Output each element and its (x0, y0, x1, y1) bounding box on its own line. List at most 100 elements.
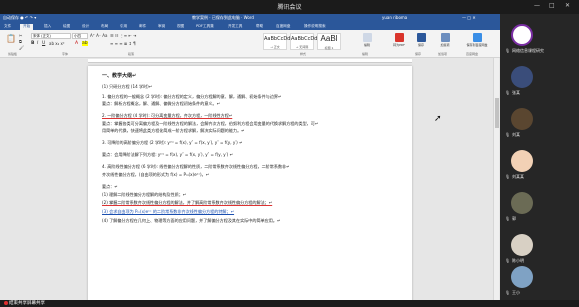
group-label-save: 保存 (415, 52, 422, 56)
editing-button[interactable]: 编辑 (360, 33, 374, 50)
tab-mailings[interactable]: 邮件 (139, 24, 146, 29)
tab-baidu-netdisk[interactable]: 百度网盘 (276, 24, 290, 29)
minimize-icon[interactable]: — (534, 2, 540, 10)
participant-tile[interactable]: 🎙 刘某某 (500, 144, 579, 184)
italic-icon[interactable]: I (37, 41, 38, 46)
font-color-icon[interactable]: A (75, 41, 78, 46)
shared-screen: 自动保存 ● ↶ ↷ ▾ 教学案例 · 已保存到此电脑 · Word yuan … (0, 14, 500, 300)
doc-line: 用简单的代换，快速将此类方程化简成一阶方程求解，解决实际问题的能力。↵ (102, 128, 245, 133)
participant-panel: 🎙 网络信息课程研究 🎙 张某 🎙 刘某 🎙 刘某某 🎙 郭 🎙 陈小明 🎙 王… (500, 14, 579, 300)
save-button[interactable]: 保存 (414, 33, 428, 50)
doc-line: (1) 只研分方程 (14 学时)↵ (102, 84, 153, 89)
mic-muted-icon: 🎙 (505, 174, 511, 179)
style-no-spacing[interactable]: AaBbCcDd → 无间隔 (290, 33, 317, 50)
group-label-paragraph: 段落 (128, 52, 135, 56)
font-name-select[interactable]: 宋体 (正文) (31, 33, 71, 39)
save-to-netdisk-button[interactable]: 保存到百度网盘 (466, 33, 488, 50)
grow-font-icon[interactable]: A⁺ A⁻ Aa (90, 33, 107, 38)
account-name[interactable]: yuan riboma (382, 15, 407, 20)
participant-name: 郭 (512, 216, 516, 221)
align-icon[interactable]: ≡ ≡ ≡ ≣ ↕ ¶ (110, 41, 136, 46)
doc-line: 齐次线性偏分方程，(自由项的形式为 f(x) = Pₘ(x)eᵃˣ)。↵ (102, 172, 210, 177)
window-controls[interactable]: — □ ✕ (462, 15, 476, 20)
mic-muted-icon: 🎙 (505, 132, 511, 137)
tab-draw[interactable]: 绘图 (63, 24, 70, 29)
add-ins-button[interactable]: 加载项 (438, 33, 452, 50)
style-heading-1[interactable]: AaBl 标题 1 (317, 33, 341, 50)
tab-design[interactable]: 设计 (82, 24, 89, 29)
participant-tile[interactable]: 🎙 刘某 (500, 102, 579, 142)
logo-avatar (511, 24, 533, 46)
group-label-font: 字体 (62, 52, 69, 56)
cut-icon[interactable]: ✂ (19, 33, 22, 38)
doc-line: (4) 了解偏分方程在几何上、物理等方面的应用问题，并了解偏分方程及其在实际中的… (102, 218, 281, 223)
participant-tile[interactable]: 🎙 郭 (500, 186, 579, 226)
tab-insert[interactable]: 插入 (44, 24, 51, 29)
highlight-icon[interactable]: ab (82, 41, 88, 46)
participant-name: 网络信息课程研究 (512, 48, 544, 53)
sky-avatar (511, 266, 533, 288)
meeting-title: 腾讯会议 (277, 4, 302, 11)
doc-line: 1. 偏分方程的一般概念 (2 学时): 偏分方程的定义，偏分方程解的意、解，通… (102, 94, 282, 99)
paste-icon[interactable]: 📋 (6, 34, 16, 43)
tab-references[interactable]: 引用 (120, 24, 127, 29)
tab-help[interactable]: 帮助 (256, 24, 263, 29)
doc-line: (1) 理解二阶线性偏分方程解的结构及性质；↵ (102, 192, 187, 197)
ribbon-home: 📋 ✂ ⧉ 🖌 宋体 (正文) 小四 A⁺ A⁻ Aa B I U ab x₂ … (0, 30, 500, 58)
tab-file[interactable]: 文件 (4, 24, 11, 29)
doc-line: 要点：↵ (102, 184, 118, 189)
mouse-pointer-icon: ➚ (434, 114, 442, 124)
strikethrough-icon[interactable]: ab x₂ x² (49, 41, 64, 46)
bullets-icon[interactable]: ☰ ☷ ⋮≡ ⇤ ⇥ (110, 33, 136, 38)
participant-tile[interactable]: 🎙 王小 (500, 260, 579, 300)
search-icon (362, 33, 372, 42)
add-ins-icon (440, 33, 450, 42)
tab-layout[interactable]: 布局 (101, 24, 108, 29)
quick-access-toolbar[interactable]: 自动保存 ● ↶ ↷ ▾ (3, 15, 36, 21)
pdf-icon (394, 33, 404, 42)
underline-icon[interactable]: U (42, 41, 45, 46)
participant-name: 刘某 (512, 132, 520, 137)
scroll-thumb[interactable] (495, 98, 499, 128)
participant-tile[interactable]: 🎙 网络信息课程研究 (500, 18, 579, 58)
tab-review[interactable]: 审阅 (158, 24, 165, 29)
close-icon[interactable]: ✕ (565, 2, 570, 10)
convert-pdf-button[interactable]: 转为PDF (392, 33, 406, 50)
tab-view[interactable]: 视图 (177, 24, 184, 29)
style-normal[interactable]: AaBbCcDd → 正文 (263, 33, 290, 50)
ruler (88, 59, 412, 63)
photo-avatar (511, 192, 533, 214)
participant-tile[interactable]: 🎙 张某 (500, 60, 579, 100)
doc-line: 要点：解析方程概念，解、通解、偏微分方程初始条件的意义。↵ (102, 101, 221, 106)
participant-name: 刘某某 (512, 174, 524, 179)
bold-icon[interactable]: B (31, 41, 34, 46)
doc-line: (2) 掌握二阶常系数齐次线性偏分方程的解法，并了解高阶常系数齐次线性偏分方程的… (102, 200, 273, 205)
document-title: 教学案例 · 已保存到此电脑 · Word (192, 15, 254, 20)
group-label-editing: 编辑 (362, 52, 369, 56)
tab-developer[interactable]: 开发工具 (228, 24, 242, 29)
mic-muted-icon: 🎙 (505, 216, 511, 221)
cloud-icon (472, 33, 482, 42)
tab-pdf-tools[interactable]: PDF工具集 (196, 24, 214, 29)
mic-muted-icon: 🎙 (505, 90, 511, 95)
stop-share-button[interactable]: 结束共享屏幕共享 (4, 300, 45, 307)
dark-avatar (511, 108, 533, 130)
format-painter-icon[interactable]: 🖌 (19, 45, 24, 50)
stop-icon (4, 300, 8, 305)
participant-name: 王小 (512, 290, 520, 295)
doc-line: 3. 可降阶的高阶偏分方程 (2 学时): y⁽ⁿ⁾ = f(x), y″ = … (102, 140, 243, 145)
font-size-select[interactable]: 小四 (72, 33, 88, 39)
document-page[interactable]: 一、教学大纲↵ (1) 只研分方程 (14 学时)↵ 1. 偏分方程的一般概念 … (88, 66, 412, 300)
meeting-title-bar: 腾讯会议 — □ ✕ (0, 0, 579, 14)
doc-line: 要点：会用降阶法解下列方程: y⁽ⁿ⁾ = f(x), y″ = f(x, y′… (102, 152, 233, 157)
maximize-icon[interactable]: □ (549, 2, 555, 10)
ribbon-tabs: 文件 开始 插入 绘图 设计 布局 引用 邮件 审阅 视图 PDF工具集 开发工… (0, 23, 500, 30)
copy-icon[interactable]: ⧉ (19, 39, 22, 44)
cat-avatar (511, 234, 533, 256)
doc-line: 一、教学大纲↵ (102, 73, 137, 79)
cartoon-avatar (511, 150, 533, 172)
group-label-styles: 样式 (300, 52, 307, 56)
mic-on-icon: 🎙 (505, 48, 511, 53)
tell-me-search[interactable]: 操作说明搜索 (304, 24, 326, 29)
vertical-scrollbar[interactable] (493, 58, 499, 300)
